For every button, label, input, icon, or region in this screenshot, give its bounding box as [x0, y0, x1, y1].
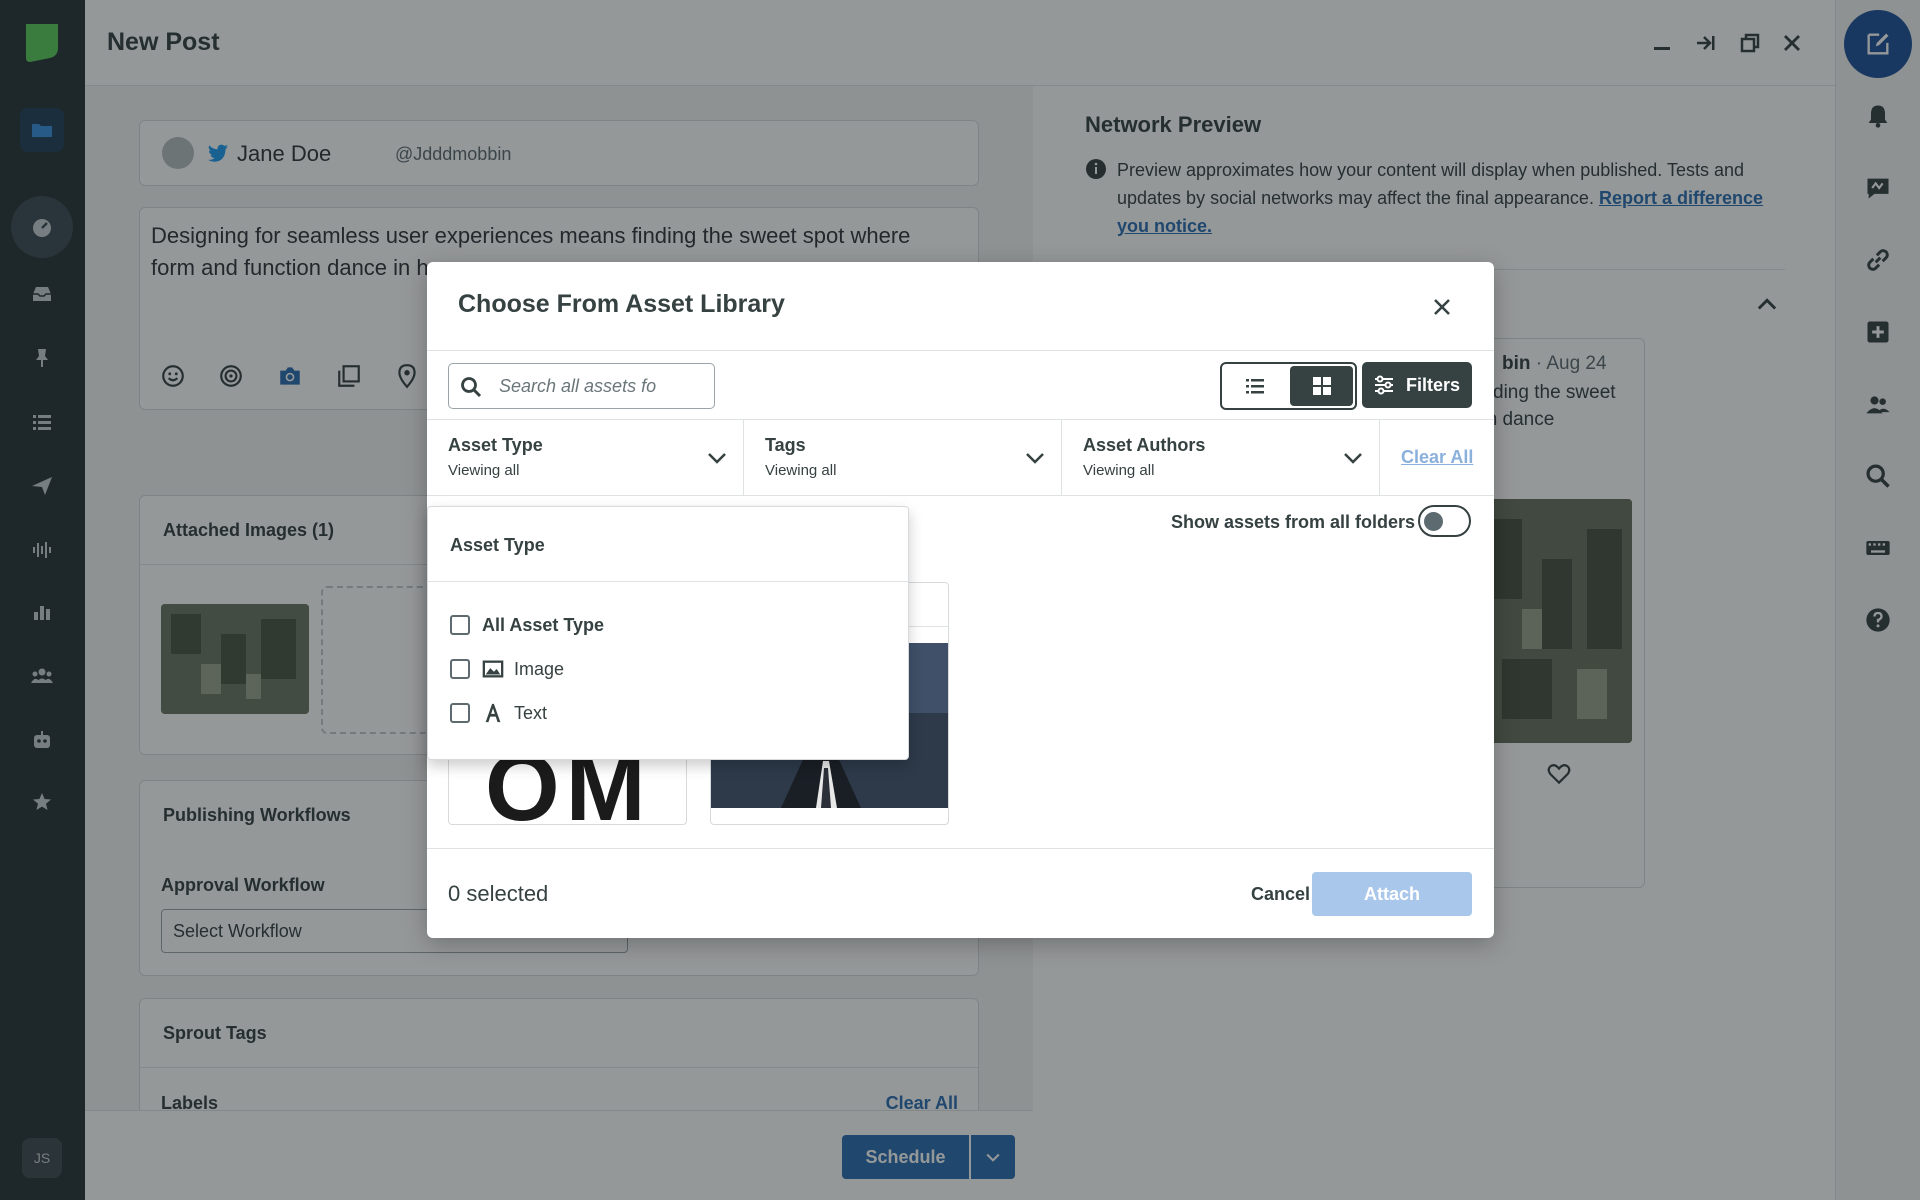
checkbox[interactable] — [450, 659, 470, 679]
filter-name: Tags — [765, 435, 806, 455]
selected-count: 0 selected — [448, 881, 549, 906]
filter-name: Asset Authors — [1083, 435, 1206, 455]
option-label: All Asset Type — [482, 614, 605, 635]
tags-filter[interactable]: Tags Viewing all — [744, 420, 1062, 496]
view-toggle — [1220, 362, 1357, 410]
text-icon — [482, 702, 504, 724]
asset-search[interactable] — [448, 363, 715, 409]
divider — [427, 848, 1494, 849]
checkbox[interactable] — [450, 615, 470, 635]
option-all-asset-type[interactable]: All Asset Type — [450, 610, 604, 640]
close-icon[interactable] — [1425, 290, 1459, 324]
grid-icon — [1312, 377, 1331, 395]
filter-name: Asset Type — [448, 435, 543, 455]
filter-value: Viewing all — [765, 462, 837, 479]
sliders-icon — [1375, 375, 1393, 395]
attach-button[interactable]: Attach — [1312, 872, 1472, 916]
modal-title: Choose From Asset Library — [458, 290, 785, 318]
filters-label: Filters — [1406, 374, 1461, 395]
list-icon — [1246, 379, 1264, 394]
option-label: Image — [514, 658, 565, 679]
option-image[interactable]: Image — [450, 654, 564, 684]
chevron-down-icon — [1344, 453, 1362, 464]
filters-button[interactable]: Filters — [1362, 362, 1472, 408]
grid-view-button[interactable] — [1290, 366, 1353, 406]
divider — [428, 581, 908, 582]
filter-value: Viewing all — [448, 462, 520, 479]
chevron-down-icon — [708, 453, 726, 464]
filter-value: Viewing all — [1083, 462, 1155, 479]
show-all-folders-toggle[interactable] — [1418, 505, 1471, 537]
asset-authors-filter[interactable]: Asset Authors Viewing all — [1062, 420, 1380, 496]
list-view-button[interactable] — [1224, 366, 1286, 406]
show-all-folders-label: Show assets from all folders — [1171, 512, 1416, 532]
option-label: Text — [514, 702, 548, 723]
chevron-down-icon — [1026, 453, 1044, 464]
search-icon — [461, 377, 482, 398]
dropdown-title: Asset Type — [450, 535, 545, 555]
toggle-knob — [1424, 512, 1443, 531]
asset-type-dropdown: Asset Type All Asset Type Image Text — [427, 506, 909, 760]
divider — [427, 350, 1494, 351]
asset-type-filter[interactable]: Asset Type Viewing all — [427, 420, 744, 496]
checkbox[interactable] — [450, 703, 470, 723]
search-input[interactable] — [499, 374, 659, 398]
clear-all-filters-link[interactable]: Clear All — [1401, 447, 1473, 468]
image-icon — [482, 658, 504, 680]
option-text[interactable]: Text — [450, 698, 547, 728]
divider — [427, 495, 1494, 496]
